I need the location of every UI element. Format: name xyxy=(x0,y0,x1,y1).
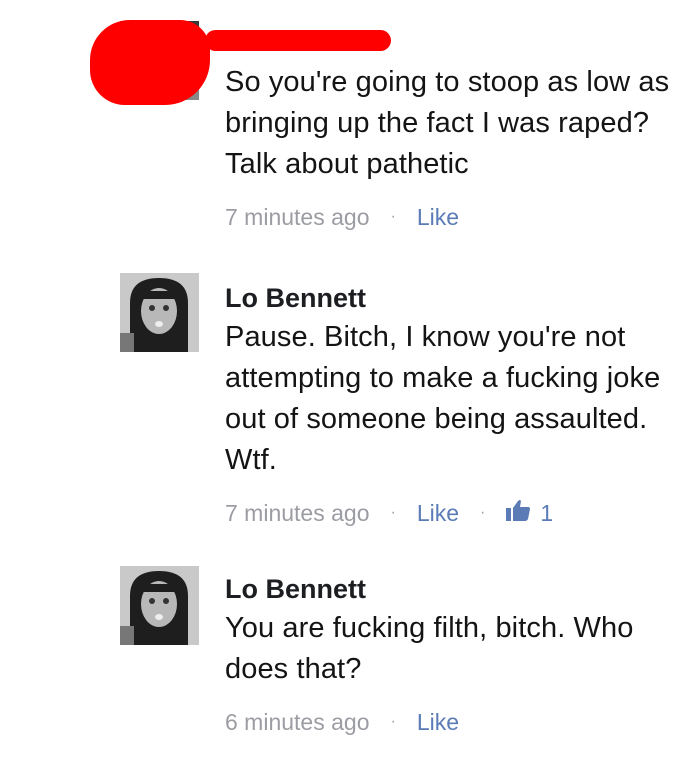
separator-dot: · xyxy=(480,504,486,521)
comment-text: So you're going to stoop as low as bring… xyxy=(225,66,670,180)
comment-timestamp: 7 minutes ago xyxy=(225,500,370,526)
like-button[interactable]: Like xyxy=(417,499,459,527)
separator-dot: · xyxy=(390,713,396,730)
comment-text: You are fucking filth, bitch. Who does t… xyxy=(225,612,634,685)
comment-meta: 7 minutes ago · Like · 1 xyxy=(225,499,685,527)
comment-timestamp: 7 minutes ago xyxy=(225,204,370,230)
author-name[interactable]: Lo Bennett xyxy=(225,574,685,604)
like-count[interactable]: 1 xyxy=(506,499,553,527)
like-count-value: 1 xyxy=(540,500,554,526)
thumbs-up-icon xyxy=(506,499,531,527)
comment-timestamp: 6 minutes ago xyxy=(225,709,370,735)
like-button[interactable]: Like xyxy=(417,708,459,736)
separator-dot: · xyxy=(390,208,396,225)
separator-dot: · xyxy=(390,504,396,521)
commenter-avatar[interactable] xyxy=(120,566,199,645)
comment-text: Pause. Bitch, I know you're not attempti… xyxy=(225,321,661,476)
comment-meta: 6 minutes ago · Like xyxy=(225,708,685,736)
redaction-mark xyxy=(90,20,210,105)
comment-meta: 7 minutes ago · Like xyxy=(225,203,685,231)
commenter-avatar[interactable] xyxy=(120,273,199,352)
redaction-mark xyxy=(205,30,391,51)
like-button[interactable]: Like xyxy=(417,203,459,231)
author-name[interactable]: Lo Bennett xyxy=(225,283,685,313)
